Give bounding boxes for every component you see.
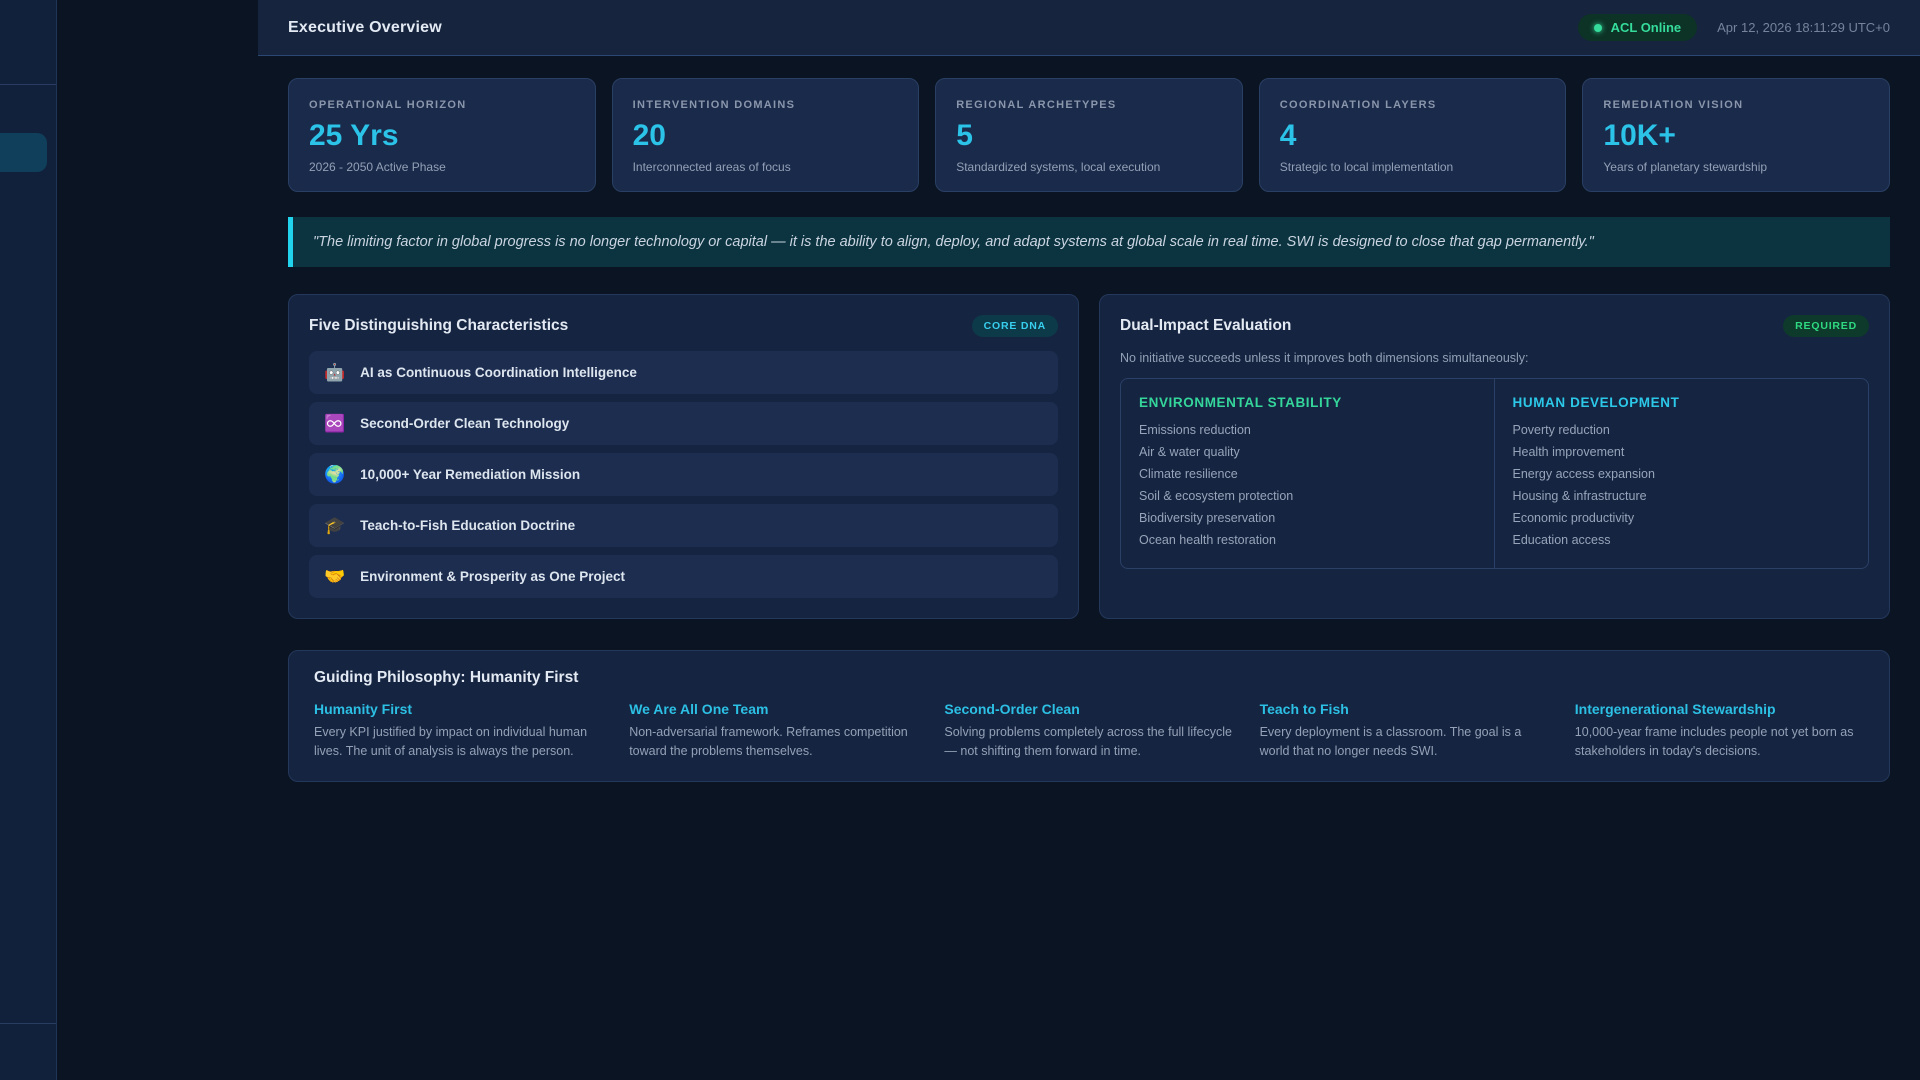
robot-icon: 🤖 [324,363,346,382]
main-content: OPERATIONAL HORIZON 25 Yrs 2026 - 2050 A… [258,56,1920,1080]
stat-card-remediation-vision: REMEDIATION VISION 10K+ Years of planeta… [1582,78,1890,192]
impact-item: Air & water quality [1139,445,1240,459]
stat-value: 5 [956,119,973,152]
impact-item: Education access [1512,533,1611,547]
impact-item: Ocean health restoration [1139,533,1276,547]
characteristics-panel: Five Distinguishing Characteristics CORE… [288,294,1079,619]
impact-item: Energy access expansion [1512,467,1655,481]
status-badge-label: ACL Online [1610,20,1682,35]
graduation-cap-icon: 🎓 [324,516,346,535]
philosophy-column-humanity-first: Humanity First Every KPI justified by im… [314,701,603,761]
list-item: 🤝 Environment & Prosperity as One Projec… [309,555,1058,598]
philosophy-heading: Humanity First [314,701,413,717]
stat-card-operational-horizon: OPERATIONAL HORIZON 25 Yrs 2026 - 2050 A… [288,78,596,192]
stat-value: 4 [1279,119,1297,152]
characteristics-list: 🤖 AI as Continuous Coordination Intellig… [309,351,1058,598]
stat-card-intervention-domains: INTERVENTION DOMAINS 20 Interconnected a… [611,78,920,192]
status-dot-icon [1593,23,1602,32]
stat-label: REMEDIATION VISION [1603,99,1744,111]
philosophy-body: Every KPI justified by impact on individ… [314,725,588,758]
stat-card-regional-archetypes: REGIONAL ARCHETYPES 5 Standardized syste… [935,78,1243,192]
stat-subtitle: Standardized systems, local execution [956,160,1161,174]
dual-impact-panel: Dual-Impact Evaluation REQUIRED No initi… [1099,294,1890,619]
characteristics-panel-header: Five Distinguishing Characteristics CORE… [309,315,1058,337]
philosophy-heading: Second-Order Clean [944,701,1080,717]
sidebar-active-item[interactable] [0,133,47,172]
stat-value: 25 Yrs [309,119,399,152]
sidebar-header [0,0,56,85]
impact-item: Housing & infrastructure [1512,489,1647,503]
list-item: ♾️ Second-Order Clean Technology [309,402,1058,445]
impact-item: Poverty reduction [1512,423,1610,437]
list-item-label: Environment & Prosperity as One Project [360,569,625,584]
column-heading: ENVIRONMENTAL STABILITY [1139,395,1342,410]
header-right: ACL Online Apr 12, 2026 18:11:29 UTC+0 [1577,14,1890,41]
philosophy-body: Non-adversarial framework. Reframes comp… [629,725,908,758]
philosophy-column-teach-to-fish: Teach to Fish Every deployment is a clas… [1260,701,1549,761]
impact-item: Biodiversity preservation [1139,511,1276,525]
philosophy-column-one-team: We Are All One Team Non-adversarial fram… [629,701,918,761]
environmental-stability-column: ENVIRONMENTAL STABILITY Emissions reduct… [1121,379,1495,568]
characteristics-title: Five Distinguishing Characteristics [309,317,569,334]
column-heading: HUMAN DEVELOPMENT [1512,395,1680,410]
impact-item: Soil & ecosystem protection [1139,489,1294,503]
list-item-label: Second-Order Clean Technology [360,416,570,431]
dual-impact-matrix: ENVIRONMENTAL STABILITY Emissions reduct… [1120,378,1869,569]
philosophy-body: Solving problems completely across the f… [944,725,1233,758]
stat-label: COORDINATION LAYERS [1279,99,1437,111]
impact-item: Health improvement [1512,445,1625,459]
stat-subtitle: Strategic to local implementation [1279,160,1454,174]
philosophy-body: 10,000-year frame includes people not ye… [1574,725,1854,758]
impact-item: Emissions reduction [1139,423,1251,437]
list-item: 🤖 AI as Continuous Coordination Intellig… [309,351,1058,394]
philosophy-columns: Humanity First Every KPI justified by im… [314,701,1864,761]
handshake-icon: 🤝 [324,567,346,586]
stat-subtitle: Years of planetary stewardship [1603,160,1768,174]
stat-label: REGIONAL ARCHETYPES [956,99,1117,111]
globe-icon: 🌍 [324,465,346,484]
stat-label: OPERATIONAL HORIZON [309,99,467,111]
philosophy-title: Guiding Philosophy: Humanity First [314,669,579,686]
stat-subtitle: 2026 - 2050 Active Phase [309,160,446,174]
philosophy-body: Every deployment is a classroom. The goa… [1259,725,1522,758]
infinity-icon: ♾️ [324,414,346,433]
list-item: 🌍 10,000+ Year Remediation Mission [309,453,1058,496]
status-badge: ACL Online [1577,14,1698,41]
dual-impact-subtitle: No initiative succeeds unless it improve… [1120,351,1529,365]
list-item: 🎓 Teach-to-Fish Education Doctrine [309,504,1058,547]
human-development-column: HUMAN DEVELOPMENT Poverty reduction Heal… [1495,379,1869,568]
stat-subtitle: Interconnected areas of focus [632,160,791,174]
dual-impact-title: Dual-Impact Evaluation [1120,317,1292,334]
philosophy-heading: Teach to Fish [1259,701,1349,717]
stat-value: 20 [632,119,666,152]
impact-item: Economic productivity [1512,511,1635,525]
philosophy-heading: We Are All One Team [629,701,769,717]
panels-row: Five Distinguishing Characteristics CORE… [288,294,1890,619]
mission-quote: "The limiting factor in global progress … [288,217,1890,267]
dual-impact-panel-header: Dual-Impact Evaluation REQUIRED [1120,315,1869,337]
philosophy-column-intergenerational: Intergenerational Stewardship 10,000-yea… [1575,701,1864,761]
stat-card-coordination-layers: COORDINATION LAYERS 4 Strategic to local… [1258,78,1567,192]
timestamp: Apr 12, 2026 18:11:29 UTC+0 [1717,20,1890,35]
header-bar: Executive Overview ACL Online Apr 12, 20… [258,0,1920,56]
philosophy-panel: Guiding Philosophy: Humanity First Human… [288,650,1890,782]
list-item-label: Teach-to-Fish Education Doctrine [360,518,576,533]
page-title: Executive Overview [288,18,442,36]
impact-item: Climate resilience [1139,467,1238,481]
required-badge: REQUIRED [1783,315,1869,337]
philosophy-column-second-order-clean: Second-Order Clean Solving problems comp… [944,701,1233,761]
list-item-label: AI as Continuous Coordination Intelligen… [360,365,637,380]
stat-cards-row: OPERATIONAL HORIZON 25 Yrs 2026 - 2050 A… [288,78,1890,192]
stat-label: INTERVENTION DOMAINS [632,99,796,111]
philosophy-heading: Intergenerational Stewardship [1574,701,1776,717]
sidebar-footer [0,1023,56,1080]
sidebar-rail [0,0,57,1080]
stat-value: 10K+ [1603,119,1676,152]
core-dna-badge: CORE DNA [971,315,1058,337]
list-item-label: 10,000+ Year Remediation Mission [360,467,581,482]
